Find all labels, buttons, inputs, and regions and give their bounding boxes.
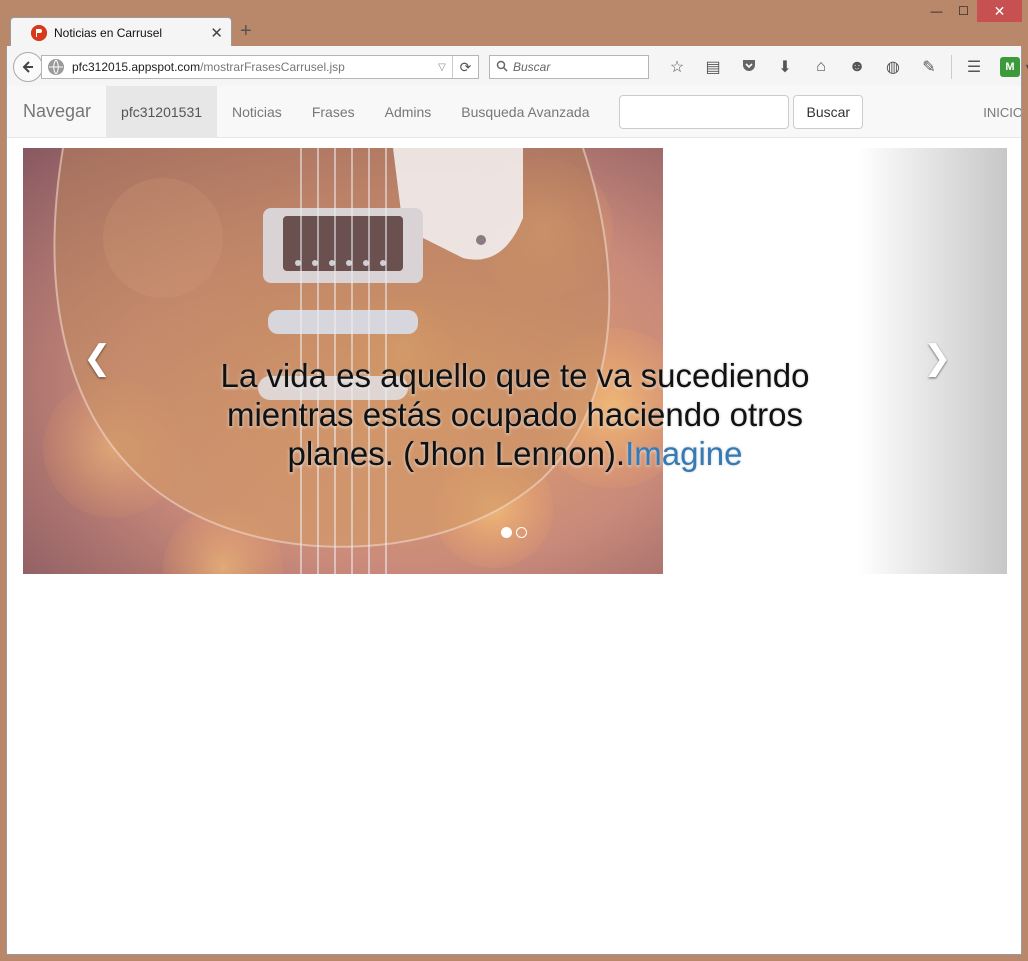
close-window-button[interactable]: ✕ — [977, 0, 1022, 22]
url-path: /mostrarFrasesCarrusel.jsp — [200, 60, 345, 74]
nav-item-frases[interactable]: Frases — [297, 86, 370, 138]
carousel-prev-icon[interactable]: ❮ — [83, 338, 112, 378]
tab-title: Noticias en Carrusel — [54, 25, 163, 40]
navbar-search-input[interactable] — [619, 94, 790, 129]
toolbar-icons: ☆ ▤ ⬇ ⌂ ☻ ◍ ✎ ☰ M ▼ — [659, 54, 1028, 80]
carousel-caption: La vida es aquello que te va sucediendo … — [215, 356, 815, 473]
nav-item-pfc31201531[interactable]: pfc31201531 — [106, 86, 218, 138]
toolbar-separator — [951, 55, 952, 79]
url-text[interactable]: pfc312015.appspot.com/mostrarFrasesCarru… — [72, 60, 432, 74]
home-icon[interactable]: ⌂ — [803, 58, 839, 76]
url-host: pfc312015.appspot.com — [72, 60, 201, 74]
addon-dropdown-icon[interactable]: ▼ — [1024, 62, 1028, 72]
star-icon[interactable]: ☆ — [659, 57, 695, 77]
nav-item-busqueda-avanzada[interactable]: Busqueda Avanzada — [446, 86, 604, 138]
download-icon[interactable]: ⬇ — [767, 57, 803, 77]
web-page: Navegar pfc31201531 Noticias Frases Admi… — [6, 86, 1022, 955]
nav-item-admins[interactable]: Admins — [370, 86, 447, 138]
window-controls: — ☐ ✕ — [923, 0, 1022, 22]
search-icon — [496, 60, 508, 75]
carousel: ❮ ❯ La vida es aquello que te va sucedie… — [23, 148, 1007, 574]
navigation-toolbar: pfc312015.appspot.com/mostrarFrasesCarru… — [6, 46, 1028, 86]
carousel-indicator-1[interactable] — [501, 527, 512, 538]
browser-window: — ☐ ✕ Noticias en Carrusel ✕ + pfc312015… — [0, 0, 1028, 961]
browser-tab[interactable]: Noticias en Carrusel ✕ — [10, 17, 232, 47]
navbar-brand[interactable]: Navegar — [7, 101, 106, 122]
titlebar: — ☐ ✕ Noticias en Carrusel ✕ + — [0, 0, 1028, 47]
carousel-indicators — [501, 527, 527, 538]
pencil-icon[interactable]: ✎ — [911, 57, 947, 77]
site-navbar: Navegar pfc31201531 Noticias Frases Admi… — [7, 86, 1021, 138]
reload-icon[interactable]: ⟳ — [452, 56, 478, 78]
nav-item-noticias[interactable]: Noticias — [217, 86, 297, 138]
pocket-icon[interactable] — [731, 57, 767, 78]
nav-item-inicio[interactable]: INICIO — [983, 86, 1021, 138]
addon-icon[interactable]: M — [1000, 57, 1020, 77]
search-bar[interactable]: Buscar — [489, 55, 649, 79]
navbar-search-button[interactable]: Buscar — [793, 94, 864, 129]
globe-icon — [48, 59, 64, 75]
reading-list-icon[interactable]: ▤ — [695, 57, 731, 77]
carousel-indicator-2[interactable] — [516, 527, 527, 538]
emoji-icon[interactable]: ☻ — [839, 58, 875, 76]
maximize-button[interactable]: ☐ — [950, 0, 977, 22]
url-history-dropdown-icon[interactable]: ▽ — [432, 62, 452, 73]
back-arrow-icon — [22, 61, 33, 73]
minimize-button[interactable]: — — [923, 0, 950, 22]
carousel-next-icon[interactable]: ❯ — [923, 338, 952, 378]
back-button[interactable] — [13, 52, 43, 82]
tab-close-icon[interactable]: ✕ — [210, 24, 223, 42]
new-tab-button[interactable]: + — [240, 20, 252, 43]
url-bar[interactable]: pfc312015.appspot.com/mostrarFrasesCarru… — [41, 55, 479, 79]
menu-icon[interactable]: ☰ — [956, 57, 992, 77]
caption-link[interactable]: Imagine — [625, 435, 742, 472]
site-favicon-icon — [31, 24, 47, 41]
globe-addon-icon[interactable]: ◍ — [875, 57, 911, 77]
search-placeholder: Buscar — [513, 60, 551, 74]
